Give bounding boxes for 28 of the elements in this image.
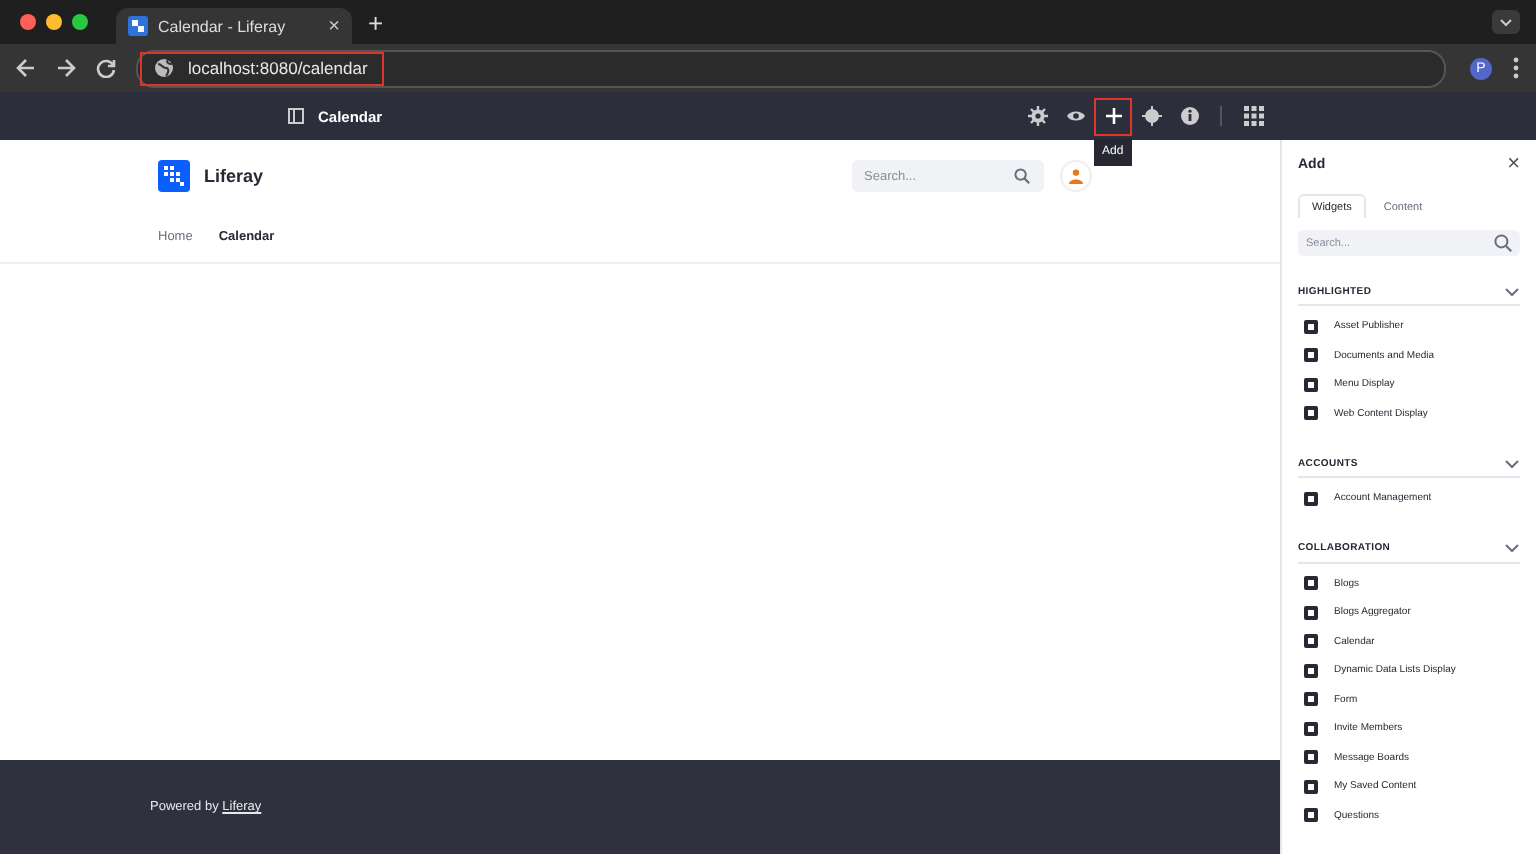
- sidebar-icon[interactable]: [288, 108, 304, 124]
- site-logo-icon: [158, 160, 190, 192]
- site-favicon-icon: [128, 16, 148, 36]
- eye-icon: [1065, 106, 1085, 126]
- user-avatar[interactable]: [1060, 160, 1092, 192]
- widget-icon: [1304, 491, 1318, 506]
- add-icon: [1103, 106, 1123, 126]
- reload-icon[interactable]: [96, 58, 116, 78]
- chevron-down-icon[interactable]: [1504, 542, 1520, 554]
- browser-tab[interactable]: Calendar - Liferay ×: [116, 8, 352, 44]
- back-icon[interactable]: [16, 58, 36, 78]
- new-tab-button[interactable]: +: [368, 7, 384, 37]
- close-button[interactable]: ×: [1507, 152, 1520, 176]
- more-options-icon[interactable]: [1512, 56, 1520, 80]
- search-icon: [1494, 234, 1512, 252]
- tab-title: Calendar - Liferay: [158, 17, 288, 35]
- forward-icon[interactable]: [56, 58, 76, 78]
- user-icon: [1068, 168, 1084, 184]
- info-icon: [1179, 106, 1199, 126]
- chevron-down-icon[interactable]: [1504, 457, 1520, 469]
- settings-icon: [1027, 106, 1047, 126]
- site-name: Liferay: [204, 166, 264, 186]
- chevron-down-icon[interactable]: [1504, 285, 1520, 297]
- search-icon: [1014, 168, 1030, 184]
- tab-list-icon[interactable]: [1492, 10, 1520, 34]
- crosshair-icon: [1141, 106, 1161, 126]
- close-tab-button[interactable]: ×: [328, 15, 340, 37]
- apps-grid-icon: [1243, 106, 1263, 126]
